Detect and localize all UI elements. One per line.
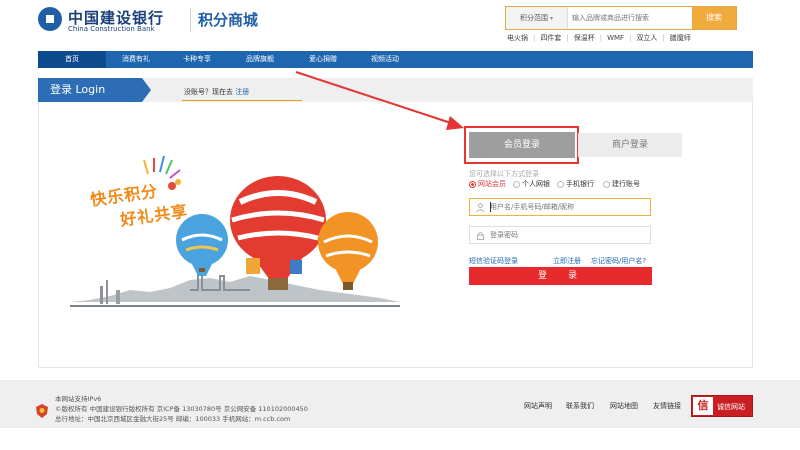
- radio-website-member[interactable]: 网站会员: [469, 179, 506, 189]
- nav-item-home[interactable]: 首页: [38, 51, 106, 68]
- forgot-password-link[interactable]: 忘记密码/用户名?: [591, 256, 646, 266]
- login-method-hint: 您可选择以下方式登录: [469, 170, 539, 178]
- search-scope-label: 积分范围: [519, 14, 548, 22]
- hot-word[interactable]: 电火锅: [502, 34, 533, 42]
- login-method-options: 网站会员 个人网银 手机银行 建行账号: [469, 179, 669, 189]
- login-button[interactable]: 登 录: [469, 267, 652, 285]
- footer-link-statement[interactable]: 网站声明: [524, 401, 552, 411]
- login-title-arrow: [142, 78, 151, 102]
- radio-personal-ebank[interactable]: 个人网银: [513, 179, 550, 189]
- footer-ipv6: 本网站支持IPv6: [55, 395, 102, 403]
- radio-label: 手机银行: [566, 180, 594, 188]
- radio-unchecked-icon: [603, 180, 610, 188]
- user-icon: [476, 203, 485, 212]
- radio-label: 网站会员: [478, 180, 506, 188]
- username-field[interactable]: [469, 198, 651, 216]
- radio-mobile-bank[interactable]: 手机银行: [557, 179, 594, 189]
- trust-site-label: 诚信网站: [717, 403, 745, 411]
- footer-address: 总行地址：中国北京西城区金融大街25号 邮编：100033 手机网站：m.ccb…: [55, 415, 291, 423]
- footer-link-contact[interactable]: 联系我们: [566, 401, 594, 411]
- footer-link-sitemap[interactable]: 网站地图: [610, 401, 638, 411]
- annotation-arrow-icon: [295, 71, 464, 130]
- radio-label: 个人网银: [522, 180, 550, 188]
- search-box: 积分范围▾ 搜索: [505, 6, 737, 30]
- radio-unchecked-icon: [513, 180, 520, 188]
- hot-word[interactable]: 四件套: [535, 34, 566, 42]
- footer-copyright: ©版权所有 中国建设银行版权所有 京ICP备 13030780号 京公网安备 1…: [55, 405, 308, 413]
- lock-icon: [476, 232, 485, 240]
- password-field[interactable]: [469, 226, 651, 244]
- search-input[interactable]: [572, 7, 692, 29]
- hot-word[interactable]: 膳魔师: [665, 34, 696, 42]
- trust-seal-icon: 信: [693, 397, 713, 415]
- hot-word[interactable]: 双立人: [631, 34, 662, 42]
- ccb-logo-icon[interactable]: [38, 7, 62, 31]
- radio-label: 建行账号: [612, 180, 640, 188]
- password-input[interactable]: [490, 228, 645, 242]
- chevron-down-icon: ▾: [549, 15, 553, 22]
- radio-ccb-account[interactable]: 建行账号: [603, 179, 640, 189]
- mall-name[interactable]: 积分商城: [198, 9, 258, 30]
- no-account-text: 没账号？现在去: [184, 88, 233, 96]
- hot-words: 电火锅 | 四件套 | 保温杯 | WMF | 双立人 | 膳魔师: [502, 33, 696, 43]
- nav-item-consume-gift[interactable]: 消费有礼: [106, 51, 166, 68]
- search-button[interactable]: 搜索: [692, 7, 736, 29]
- footer: 本网站支持IPv6 ©版权所有 中国建设银行版权所有 京ICP备 1303078…: [0, 380, 800, 428]
- header: 中国建设银行 China Construction Bank 积分商城 积分范围…: [0, 0, 800, 48]
- police-badge-icon: [36, 404, 48, 418]
- no-account-prompt: 没账号？现在去 注册: [184, 87, 249, 97]
- nav-item-card-exclusive[interactable]: 卡种专享: [166, 51, 228, 68]
- register-link[interactable]: 注册: [235, 88, 249, 96]
- text-cursor: [490, 202, 491, 212]
- username-input[interactable]: [490, 200, 645, 214]
- sms-login-link[interactable]: 短信验证码登录: [469, 256, 518, 266]
- trust-site-badge[interactable]: 信 诚信网站: [691, 395, 753, 417]
- bank-name-en: China Construction Bank: [68, 25, 155, 33]
- footer-link-friends[interactable]: 友情链接: [653, 401, 681, 411]
- register-now-link[interactable]: 立即注册: [553, 256, 581, 266]
- tab-merchant-login[interactable]: 商户登录: [578, 133, 682, 157]
- balloon-illustration: [70, 155, 400, 307]
- login-title: 登录 Login: [38, 78, 142, 102]
- radio-checked-icon: [469, 180, 476, 188]
- footer-info: 本网站支持IPv6 ©版权所有 中国建设银行版权所有 京ICP备 1303078…: [55, 394, 308, 424]
- hot-word[interactable]: WMF: [602, 34, 629, 42]
- radio-unchecked-icon: [557, 180, 564, 188]
- search-scope-select[interactable]: 积分范围 ▾: [506, 7, 568, 29]
- logo-divider: [190, 8, 191, 32]
- tab-member-login[interactable]: 会员登录: [469, 132, 575, 158]
- hot-word[interactable]: 保温杯: [569, 34, 600, 42]
